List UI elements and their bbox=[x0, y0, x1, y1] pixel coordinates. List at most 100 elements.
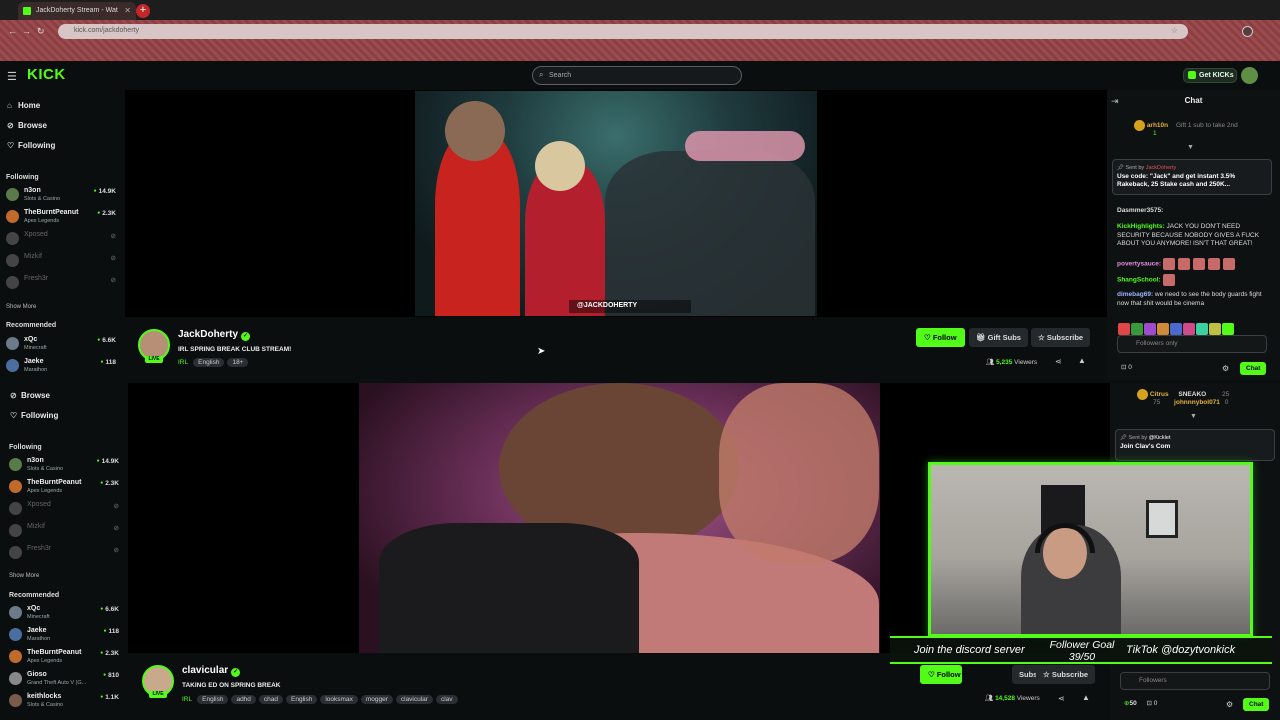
stream-tag[interactable]: 18+ bbox=[227, 358, 249, 367]
reload-icon[interactable]: ↻ bbox=[37, 26, 45, 37]
pinned-message[interactable]: 📌︎ Sent by JackDoherty Use code: "Jack" … bbox=[1112, 159, 1272, 195]
address-bar[interactable]: kick.com/jackdoherty ☆ bbox=[58, 24, 1188, 39]
emote-icon[interactable] bbox=[1144, 322, 1156, 335]
subscribe-button[interactable]: ☆ Subscribe bbox=[1031, 328, 1091, 347]
stream-tag[interactable]: chad bbox=[258, 695, 284, 704]
sidebar-channel[interactable]: Mizkif ⊘ bbox=[6, 253, 116, 269]
sidebar-channel[interactable]: Xposed ⊘ bbox=[9, 501, 119, 517]
report-icon[interactable]: ▲ bbox=[1078, 356, 1086, 365]
sidebar-channel[interactable]: TheBurntPeanut Apex Legends 2.3K bbox=[9, 479, 119, 495]
sidebar-channel[interactable]: Fresh3r ⊘ bbox=[6, 275, 116, 291]
new-tab-button[interactable]: + bbox=[136, 4, 150, 18]
user-avatar[interactable] bbox=[1241, 67, 1258, 84]
back-icon[interactable]: ← bbox=[8, 26, 17, 36]
menu-icon[interactable]: ☰ bbox=[7, 70, 17, 83]
show-more-link-second[interactable]: Show More bbox=[9, 573, 39, 579]
search-input[interactable]: ⌕ Search bbox=[532, 66, 742, 85]
gifter-name-fourth[interactable]: johnnnybol071 bbox=[1174, 399, 1220, 406]
stream-tag[interactable]: clav bbox=[435, 695, 458, 704]
stream-tag[interactable]: clavicular bbox=[395, 695, 433, 704]
sidebar-channel[interactable]: xQc Minecraft 6.6K bbox=[9, 605, 119, 621]
sidebar-channel[interactable]: xQc Minecraft 6.6K bbox=[6, 336, 116, 352]
channel-points[interactable]: ⊡ 0 bbox=[1121, 364, 1132, 373]
chat-send-button[interactable]: Chat bbox=[1240, 362, 1267, 375]
sidebar-channel[interactable]: n3on Slots & Casino 14.9K bbox=[6, 187, 116, 203]
bookmark-star-icon[interactable]: ☆ bbox=[1171, 26, 1178, 35]
sidebar-nav-browse[interactable]: ⊘ Browse bbox=[10, 391, 50, 400]
pinned-message-second[interactable]: 📌︎ Sent by @Kicklet Join Clav's Com bbox=[1115, 429, 1275, 461]
share-icon[interactable]: ⋖ bbox=[1058, 694, 1065, 703]
sidebar-channel[interactable]: Gioso Grand Theft Auto V (G... 810 bbox=[9, 671, 119, 687]
stream-tag[interactable]: English bbox=[286, 695, 318, 704]
category-link[interactable]: IRL bbox=[178, 359, 188, 366]
sidebar-nav-label: Following bbox=[21, 411, 59, 420]
follow-button-second[interactable]: ♡ Follow bbox=[920, 665, 962, 684]
channel-viewers: 810 bbox=[103, 672, 119, 679]
gifter-name-third[interactable]: SNEAKO bbox=[1178, 391, 1206, 398]
sidebar-channel[interactable]: keithlocks Slots & Casino 1.1K bbox=[9, 693, 119, 709]
chat-username[interactable]: KickHighlights: bbox=[1117, 223, 1165, 230]
sidebar-nav-browse[interactable]: ⊘ Browse bbox=[7, 121, 47, 130]
kick-logo[interactable]: KICK bbox=[27, 66, 66, 83]
chat-settings-gear-icon[interactable]: ⚙ bbox=[1226, 700, 1233, 709]
streamer-name-second[interactable]: clavicular ✓ bbox=[182, 665, 241, 677]
subscribe-button-second[interactable]: ☆ Subscribe bbox=[1036, 665, 1096, 684]
chat-send-button-second[interactable]: Chat bbox=[1243, 698, 1270, 711]
chat-input-second[interactable]: Followers bbox=[1120, 672, 1270, 690]
browser-tab[interactable]: JackDoherty Stream - Wat ✕ bbox=[18, 2, 136, 20]
chat-username[interactable]: dimebag69: bbox=[1117, 291, 1153, 298]
gifter-name[interactable]: arh10n bbox=[1147, 122, 1168, 129]
emote-icon[interactable] bbox=[1183, 322, 1195, 335]
sidebar-nav-following[interactable]: ♡ Following bbox=[10, 411, 58, 420]
streamer-name[interactable]: JackDoherty ✓ bbox=[178, 329, 251, 341]
stream-title: IRL SPRING BREAK CLUB STREAM! bbox=[178, 346, 292, 353]
sidebar-channel[interactable]: Mizkif ⊘ bbox=[9, 523, 119, 539]
sidebar-channel[interactable]: n3on Slots & Casino 14.9K bbox=[9, 457, 119, 473]
stream-tag[interactable]: English bbox=[197, 695, 229, 704]
chat-input[interactable]: Followers only bbox=[1117, 335, 1267, 353]
channel-category: Apex Legends bbox=[27, 658, 63, 664]
get-kicks-button[interactable]: Get KICKs bbox=[1183, 68, 1237, 83]
gift-promo[interactable]: Gift 1 sub to take 2nd bbox=[1176, 122, 1238, 129]
chat-settings-gear-icon[interactable]: ⚙ bbox=[1222, 364, 1229, 373]
close-tab-icon[interactable]: ✕ bbox=[124, 6, 131, 15]
sidebar-channel[interactable]: TheBurntPeanut Apex Legends 2.3K bbox=[6, 209, 116, 225]
profile-avatar[interactable] bbox=[1242, 26, 1253, 37]
sidebar-channel[interactable]: TheBurntPeanut Apex Legends 2.3K bbox=[9, 649, 119, 665]
sidebar-channel[interactable]: Jaeke Marathon 118 bbox=[9, 627, 119, 643]
chat-username[interactable]: Dasmmer3575: bbox=[1117, 207, 1163, 214]
stream-tag[interactable]: mogger bbox=[360, 695, 393, 704]
chat-username[interactable]: ShangSchool: bbox=[1117, 277, 1161, 284]
show-more-link[interactable]: Show More bbox=[6, 304, 36, 310]
stream-tag[interactable]: looksmax bbox=[320, 695, 358, 704]
gifter-name-second[interactable]: Citrus bbox=[1150, 391, 1169, 398]
emote-icon[interactable] bbox=[1131, 322, 1143, 335]
channel-category: Minecraft bbox=[27, 614, 50, 620]
emote-icon[interactable] bbox=[1222, 322, 1234, 335]
channel-points-second[interactable]: ⊕50 ⊡ 0 bbox=[1124, 700, 1157, 709]
sidebar-nav-home[interactable]: ⌂ Home bbox=[7, 101, 40, 110]
gift-subs-button[interactable]: 🎁︎ Gift Subs bbox=[969, 328, 1028, 347]
stream-tag[interactable]: English bbox=[193, 358, 225, 367]
share-icon[interactable]: ⋖ bbox=[1055, 357, 1062, 366]
chevron-down-icon[interactable]: ▼ bbox=[1190, 413, 1197, 420]
emote-icon[interactable] bbox=[1118, 322, 1130, 335]
report-icon[interactable]: ▲ bbox=[1082, 693, 1090, 702]
sidebar-channel[interactable]: Jaeke Marathon 118 bbox=[6, 358, 116, 374]
forward-icon[interactable]: → bbox=[22, 26, 31, 36]
sidebar-nav-following[interactable]: ♡ Following bbox=[7, 141, 55, 150]
emote-icon[interactable] bbox=[1157, 322, 1169, 335]
emote-icon bbox=[1193, 258, 1206, 270]
emote-icon[interactable] bbox=[1209, 322, 1221, 335]
follow-button[interactable]: ♡ Follow bbox=[916, 328, 965, 347]
emote-icon[interactable] bbox=[1196, 322, 1208, 335]
chat-message: KickHighlights: JACK YOU DON'T NEED SECU… bbox=[1117, 223, 1267, 249]
emote-icon[interactable] bbox=[1170, 322, 1182, 335]
category-link-second[interactable]: IRL bbox=[182, 696, 192, 703]
stream-tag[interactable]: adhd bbox=[231, 695, 256, 704]
chevron-down-icon[interactable]: ▼ bbox=[1187, 144, 1194, 151]
sidebar-channel[interactable]: Xposed ⊘ bbox=[6, 231, 116, 247]
emote-bar[interactable] bbox=[1118, 320, 1273, 335]
sidebar-channel[interactable]: Fresh3r ⊘ bbox=[9, 545, 119, 561]
chat-username[interactable]: povertysauce: bbox=[1117, 261, 1161, 268]
